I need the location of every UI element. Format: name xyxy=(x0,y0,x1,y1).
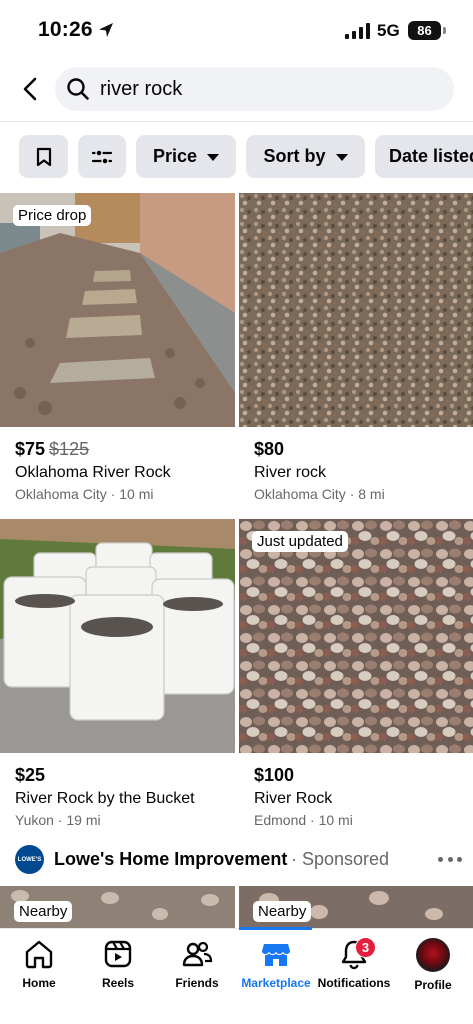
listing-card[interactable]: Price drop $75 $125 Oklahoma River Rock O… xyxy=(0,193,235,513)
listing-location: Oklahoma City · 10 mi xyxy=(15,486,154,502)
chevron-left-icon xyxy=(23,77,37,101)
listing-location: Edmond · 10 mi xyxy=(254,812,353,828)
current-price: $75 xyxy=(15,439,46,459)
tab-marketplace[interactable]: Marketplace xyxy=(236,938,316,998)
listing-photo[interactable]: Just updated xyxy=(239,519,473,753)
sort-by-label: Sort by xyxy=(263,146,326,166)
filters-button[interactable] xyxy=(78,135,126,178)
more-options-icon[interactable] xyxy=(438,849,462,869)
listing-card[interactable]: Just updated $100 River Rock Edmond · 10… xyxy=(239,519,473,839)
date-listed-label: Date listed xyxy=(389,146,473,166)
tab-label: Home xyxy=(22,976,56,990)
tab-reels[interactable]: Reels xyxy=(78,938,158,998)
tab-home[interactable]: Home xyxy=(0,938,79,998)
back-button[interactable] xyxy=(14,72,46,106)
price-filter-label: Price xyxy=(152,146,198,166)
caret-down-icon xyxy=(335,154,348,161)
listing-title: Oklahoma River Rock xyxy=(15,464,171,481)
notification-count-badge: 3 xyxy=(355,937,376,958)
tab-label: Marketplace xyxy=(241,976,311,990)
current-price: $100 xyxy=(254,765,295,785)
bookmark-icon xyxy=(36,147,51,166)
listing-photo[interactable] xyxy=(239,193,473,427)
tab-label: Notifications xyxy=(317,976,391,990)
tab-friends[interactable]: Friends xyxy=(157,938,237,998)
battery-tip xyxy=(443,27,446,34)
search-input[interactable]: river rock xyxy=(55,67,454,111)
search-query: river rock xyxy=(100,78,183,100)
saved-searches-button[interactable] xyxy=(19,135,68,178)
logo-text: LOWE'S xyxy=(17,856,42,863)
listing-card[interactable]: $25 River Rock by the Bucket Yukon · 19 … xyxy=(0,519,235,839)
header-divider xyxy=(0,121,473,122)
current-price: $80 xyxy=(254,439,285,459)
just-updated-badge: Just updated xyxy=(252,531,348,552)
tab-notifications[interactable]: Notifications xyxy=(314,938,394,998)
listing-price: $100 xyxy=(254,765,294,786)
current-price: $25 xyxy=(15,765,46,785)
listing-card[interactable]: $80 River rock Oklahoma City · 8 mi xyxy=(239,193,473,513)
location-arrow-icon xyxy=(99,23,113,37)
listing-photo[interactable] xyxy=(0,519,235,753)
home-icon xyxy=(25,940,53,969)
tab-label: Profile xyxy=(414,978,452,992)
sponsored-label: · Sponsored xyxy=(291,849,390,869)
nearby-badge: Nearby xyxy=(14,901,73,922)
tab-profile[interactable]: Profile xyxy=(393,938,473,998)
listing-title: River rock xyxy=(254,464,327,481)
marketplace-icon xyxy=(262,944,290,966)
listing-price: $75 $125 xyxy=(15,439,89,460)
active-tab-indicator xyxy=(239,927,312,930)
status-bar: 10:26 5G 86 xyxy=(0,0,473,62)
battery-icon: 86 xyxy=(408,21,441,40)
search-icon xyxy=(67,78,89,100)
listing-photo[interactable]: Price drop xyxy=(0,193,235,427)
listing-price: $25 xyxy=(15,765,45,786)
old-price: $125 xyxy=(49,439,90,459)
status-time: 10:26 xyxy=(38,18,93,41)
reels-icon xyxy=(104,940,132,968)
tab-label: Reels xyxy=(101,976,135,990)
listing-title: River Rock by the Bucket xyxy=(15,790,195,807)
sliders-icon xyxy=(91,148,113,165)
nearby-badge: Nearby xyxy=(253,901,312,922)
signal-icon xyxy=(345,23,370,39)
caret-down-icon xyxy=(207,154,220,161)
price-drop-badge: Price drop xyxy=(13,205,92,226)
listing-location: Yukon · 19 mi xyxy=(15,812,101,828)
listing-title: River Rock xyxy=(254,790,333,807)
avatar xyxy=(416,938,450,972)
sponsor-name[interactable]: Lowe's Home Improvement xyxy=(54,849,287,870)
date-listed-filter[interactable]: Date listed xyxy=(375,135,473,178)
friends-icon xyxy=(182,941,213,967)
listing-location: Oklahoma City · 8 mi xyxy=(254,486,385,502)
lowes-logo[interactable]: LOWE'S xyxy=(15,845,44,874)
sort-by-filter[interactable]: Sort by xyxy=(246,135,365,178)
tab-label: Friends xyxy=(175,976,219,990)
listing-price: $80 xyxy=(254,439,284,460)
price-filter[interactable]: Price xyxy=(136,135,236,178)
network-type: 5G xyxy=(377,21,400,40)
